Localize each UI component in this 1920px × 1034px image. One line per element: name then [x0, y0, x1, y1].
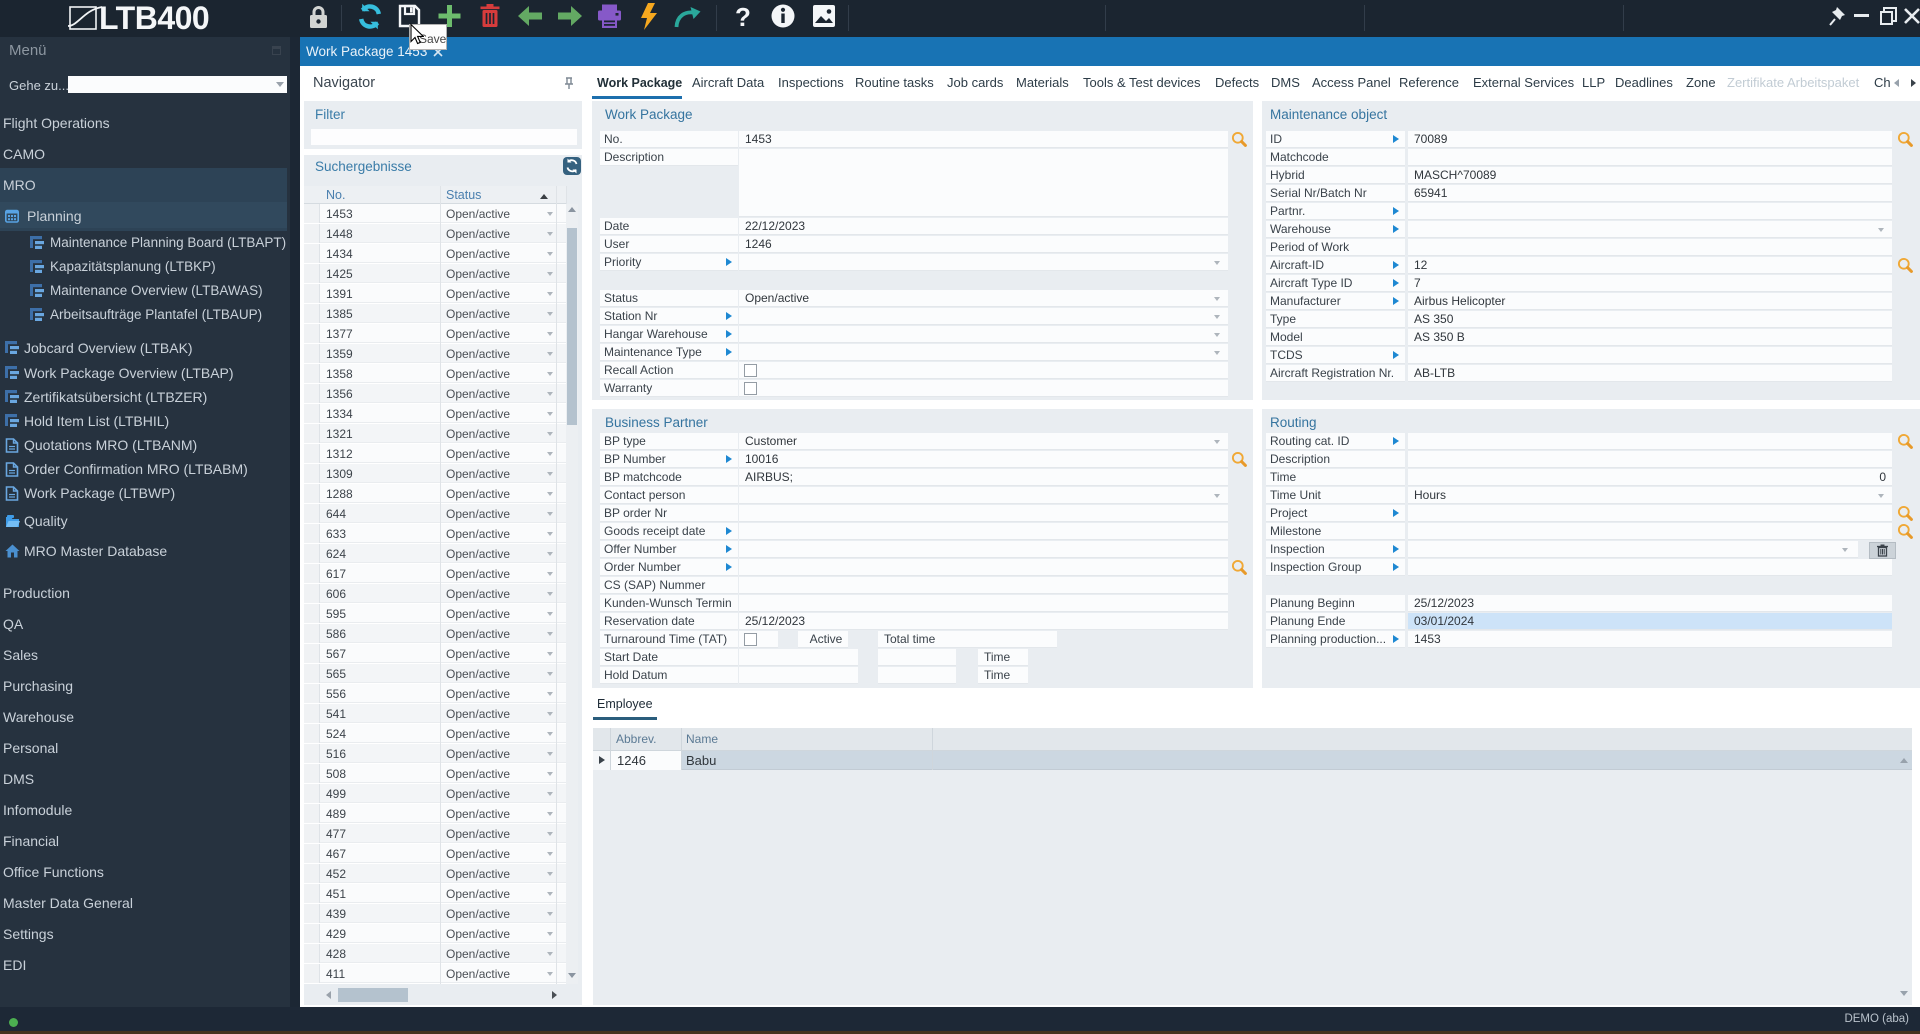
svg-text:LTB400: LTB400 — [99, 2, 209, 34]
